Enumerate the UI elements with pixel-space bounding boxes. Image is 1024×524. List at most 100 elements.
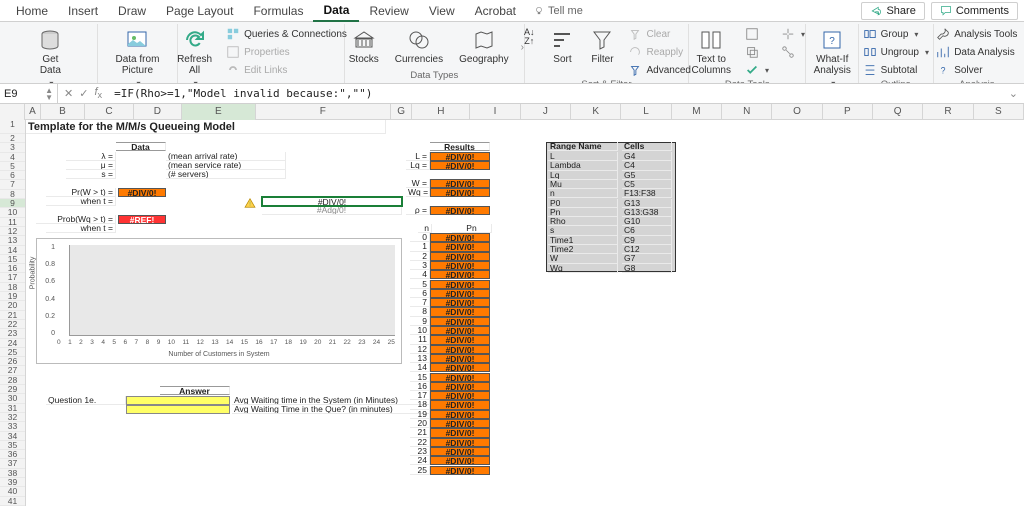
sort-button[interactable]: Sort [546, 26, 578, 67]
tellme[interactable]: Tell me [526, 2, 591, 20]
answer-input-1[interactable] [126, 396, 230, 405]
fx-button[interactable]: fx [94, 86, 102, 100]
currencies-button[interactable]: Currencies [391, 26, 447, 67]
n-13: 13 [410, 354, 430, 363]
data-from-picture-button[interactable]: Data from Picture▾ [112, 26, 164, 84]
col-header-A[interactable]: A [25, 104, 41, 120]
col-header-H[interactable]: H [412, 104, 470, 120]
cells-layer: Template for the M/M/s Queueing Model Da… [26, 120, 1024, 524]
edit-links-button[interactable]: Edit Links [224, 62, 349, 78]
whatif-button[interactable]: ? What-If Analysis▾ [810, 26, 855, 84]
col-header-P[interactable]: P [823, 104, 873, 120]
tab-draw[interactable]: Draw [108, 1, 156, 21]
col-header-J[interactable]: J [521, 104, 571, 120]
properties-button[interactable]: Properties [224, 44, 349, 60]
solver-button[interactable]: ?Solver [934, 62, 1019, 78]
col-header-M[interactable]: M [672, 104, 722, 120]
sort-az-icon: A↓Z↑ [524, 28, 535, 46]
worksheet-grid[interactable]: ABCDEFGHIJKLMNOPQRS 12345678910111213141… [0, 104, 1024, 524]
col-header-E[interactable]: E [182, 104, 256, 120]
clear-icon [628, 27, 642, 41]
question-label: Question 1e. [46, 396, 126, 405]
get-data-button[interactable]: Get Data▾ [34, 26, 66, 84]
col-header-N[interactable]: N [722, 104, 772, 120]
error-smart-tag-icon[interactable]: ! [244, 198, 256, 208]
tab-view[interactable]: View [419, 1, 465, 21]
col-header-Q[interactable]: Q [873, 104, 923, 120]
range-name-3: Mu [548, 180, 618, 189]
col-header-O[interactable]: O [772, 104, 822, 120]
stocks-button[interactable]: Stocks [345, 26, 383, 67]
sort-az-button[interactable]: A↓Z↑ [520, 26, 539, 48]
selected-cell-e9[interactable]: #DIV/0! [262, 197, 402, 206]
Pn-16: #DIV/0! [430, 382, 490, 391]
range-name-7: Rho [548, 217, 618, 226]
col-header-C[interactable]: C [85, 104, 133, 120]
lambda-desc: (mean arrival rate) [166, 152, 286, 161]
col-header-F[interactable]: F [256, 104, 391, 120]
filter-button[interactable]: Filter [586, 26, 618, 67]
remove-dup-button[interactable] [743, 44, 771, 60]
wrench-icon [936, 27, 950, 41]
analysis-tools-button[interactable]: Analysis Tools [934, 26, 1019, 42]
accept-formula-button[interactable]: ✓ [79, 87, 88, 100]
tab-formulas[interactable]: Formulas [243, 1, 313, 21]
Pn-6: #DIV/0! [430, 289, 490, 298]
col-header-B[interactable]: B [41, 104, 86, 120]
col-header-L[interactable]: L [621, 104, 671, 120]
comments-button[interactable]: Comments [931, 2, 1018, 20]
probability-chart[interactable]: Probability 10.80.60.40.20 0123456789101… [36, 238, 402, 364]
formula-input[interactable]: =IF(Rho>=1,"Model invalid because:","") [108, 84, 1003, 103]
answer-header: Answer [160, 386, 230, 395]
text-to-columns-button[interactable]: Text to Columns [688, 26, 735, 78]
n-9: 9 [410, 317, 430, 326]
geography-button[interactable]: Geography [455, 26, 512, 67]
relationships-button[interactable] [779, 44, 807, 60]
col-header-I[interactable]: I [470, 104, 520, 120]
tab-acrobat[interactable]: Acrobat [465, 1, 526, 21]
lambda-label: λ = [66, 152, 116, 161]
ungroup-button[interactable]: Ungroup▾ [861, 44, 931, 60]
subtotal-button[interactable]: Subtotal [861, 62, 931, 78]
select-all-corner[interactable] [0, 104, 25, 120]
col-header-D[interactable]: D [134, 104, 182, 120]
col-header-K[interactable]: K [571, 104, 621, 120]
link-icon [226, 63, 240, 77]
consolidate-button[interactable]: ▾ [779, 26, 807, 42]
tab-pagelayout[interactable]: Page Layout [156, 1, 243, 21]
reapply-button[interactable]: Reapply [626, 44, 692, 60]
name-box[interactable]: E9 ▲▼ [0, 84, 58, 103]
solver-icon: ? [936, 63, 950, 77]
tab-insert[interactable]: Insert [58, 1, 108, 21]
queries-button[interactable]: Queries & Connections [224, 26, 349, 42]
group-button[interactable]: Group▾ [861, 26, 931, 42]
bank-icon [352, 28, 376, 52]
Pn-0: #DIV/0! [430, 233, 490, 242]
col-header-S[interactable]: S [974, 104, 1024, 120]
cell-e10[interactable]: #Adg/0! [262, 206, 402, 215]
svg-text:?: ? [829, 36, 835, 47]
n-16: 16 [410, 382, 430, 391]
Pn-5: #DIV/0! [430, 280, 490, 289]
flash-fill-button[interactable] [743, 26, 771, 42]
answer-input-2[interactable] [126, 405, 230, 414]
tab-home[interactable]: Home [6, 1, 58, 21]
tab-review[interactable]: Review [359, 1, 418, 21]
row-header-41[interactable]: 41 [0, 497, 25, 506]
Pn-21: #DIV/0! [430, 428, 490, 437]
col-header-G[interactable]: G [391, 104, 412, 120]
Pn-1: #DIV/0! [430, 242, 490, 251]
clear-button[interactable]: Clear [626, 26, 692, 42]
data-val-button[interactable]: ▾ [743, 62, 771, 78]
share-button[interactable]: Share [861, 2, 924, 20]
tab-data[interactable]: Data [313, 0, 359, 22]
row-header-1[interactable]: 1 [0, 120, 25, 134]
col-header-R[interactable]: R [923, 104, 973, 120]
namebox-stepper[interactable]: ▲▼ [45, 87, 53, 101]
formula-expand[interactable]: ⌄ [1003, 87, 1024, 100]
advanced-button[interactable]: Advanced [626, 62, 692, 78]
refresh-all-button[interactable]: Refresh All▾ [173, 26, 216, 84]
sort-icon [550, 28, 574, 52]
cancel-formula-button[interactable]: ✕ [64, 87, 73, 100]
data-analysis-button[interactable]: Data Analysis [934, 44, 1019, 60]
